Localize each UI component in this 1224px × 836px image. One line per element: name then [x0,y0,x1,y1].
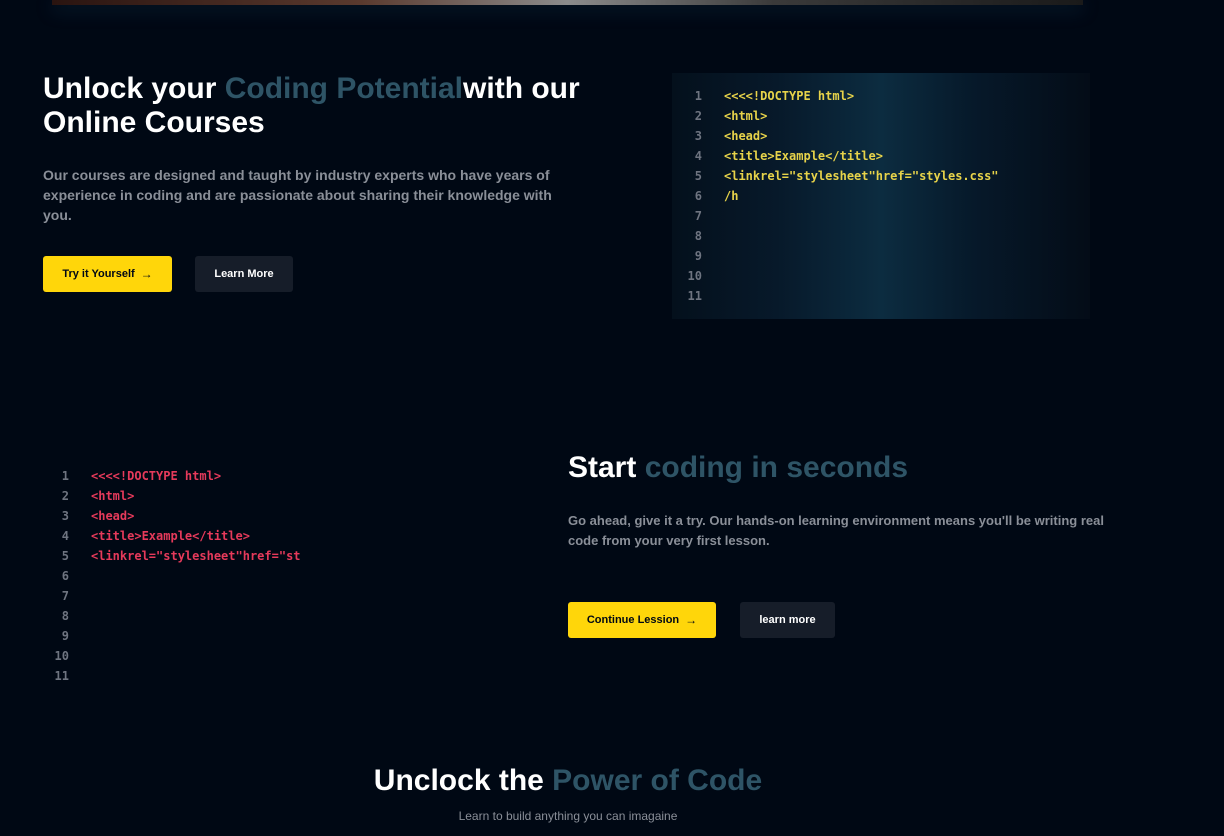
line-number: 2 [694,109,702,123]
code-editor-1-line-numbers: 1 2 3 4 5 6 7 8 9 10 11 [672,86,702,306]
code-line: <linkrel="stylesheet"href="styles.css" [724,169,999,183]
line-number: 6 [694,189,702,203]
learn-more-button[interactable]: Learn More [195,256,293,292]
section3-heading-accent: Power of Code [552,764,763,797]
line-number: 3 [694,129,702,143]
line-number: 11 [54,669,69,683]
code-line: <head> [91,509,135,523]
line-number: 3 [61,509,69,523]
code-line: <html> [724,109,768,123]
code-line: /h [724,189,739,203]
try-it-yourself-label: Try it Yourself [62,268,135,280]
page: Unlock your Coding Potentialwith our Onl… [0,0,1224,836]
hero-image-strip [52,0,1083,5]
try-it-yourself-button[interactable]: Try it Yourself → [43,256,172,292]
line-number: 8 [694,229,702,243]
learn-more-label: Learn More [214,268,274,280]
code-line: <title>Example</title> [91,529,250,543]
section1-heading-prefix: Unlock your [43,72,225,105]
line-number: 1 [61,469,69,483]
line-number: 2 [61,489,69,503]
arrow-right-icon: → [685,613,698,627]
line-number: 11 [687,289,702,303]
line-number: 5 [694,169,702,183]
section3-subtitle: Learn to build anything you can imagaine [458,809,678,823]
code-line: <head> [724,129,768,143]
code-editor-2-lines: <<<<!DOCTYPE html> <html> <head> <title>Exa… [91,466,301,566]
learn-more-button-2[interactable]: learn more [740,602,835,638]
section2-heading-prefix: Start [568,451,645,484]
section3-heading: Unclock the Power of Code [0,764,1136,798]
code-editor-2-line-numbers: 1 2 3 4 5 6 7 8 9 10 11 [39,466,69,686]
line-number: 7 [61,589,69,603]
code-editor-1: 1 2 3 4 5 6 7 8 9 10 11 <<<<!DOCTYPE html> <html> <h… [672,73,1090,319]
section2-heading: Start coding in seconds [568,451,908,485]
line-number: 10 [54,649,69,663]
code-editor-1-lines: <<<<!DOCTYPE html> <html> <head> <title>Exa… [724,86,999,206]
code-line: <linkrel="stylesheet"href="st [91,549,301,563]
code-line: <<<<!DOCTYPE html> [724,89,855,103]
section2-description: Go ahead, give it a try. Our hands-on le… [568,513,1104,548]
line-number: 4 [61,529,69,543]
line-number: 6 [61,569,69,583]
section1-heading-accent: Coding Potential [224,72,464,105]
code-line: <<<<!DOCTYPE html> [91,469,222,483]
line-number: 9 [694,249,702,263]
learn-more-label-2: learn more [759,614,816,626]
line-number: 7 [694,209,702,223]
line-number: 1 [694,89,702,103]
line-number: 10 [687,269,702,283]
section3-heading-prefix: Unclock the [373,764,553,797]
section1-description: Our courses are designed and taught by i… [43,167,552,223]
section2-heading-accent: coding in seconds [644,451,909,484]
arrow-right-icon: → [140,267,153,281]
line-number: 8 [61,609,69,623]
code-line: <html> [91,489,135,503]
section1-heading: Unlock your Coding Potentialwith our Onl… [43,72,583,140]
line-number: 9 [61,629,69,643]
code-line: <title>Example</title> [724,149,883,163]
line-number: 4 [694,149,702,163]
continue-lession-button[interactable]: Continue Lession → [568,602,716,638]
continue-lession-label: Continue Lession [586,614,680,626]
line-number: 5 [61,549,69,563]
